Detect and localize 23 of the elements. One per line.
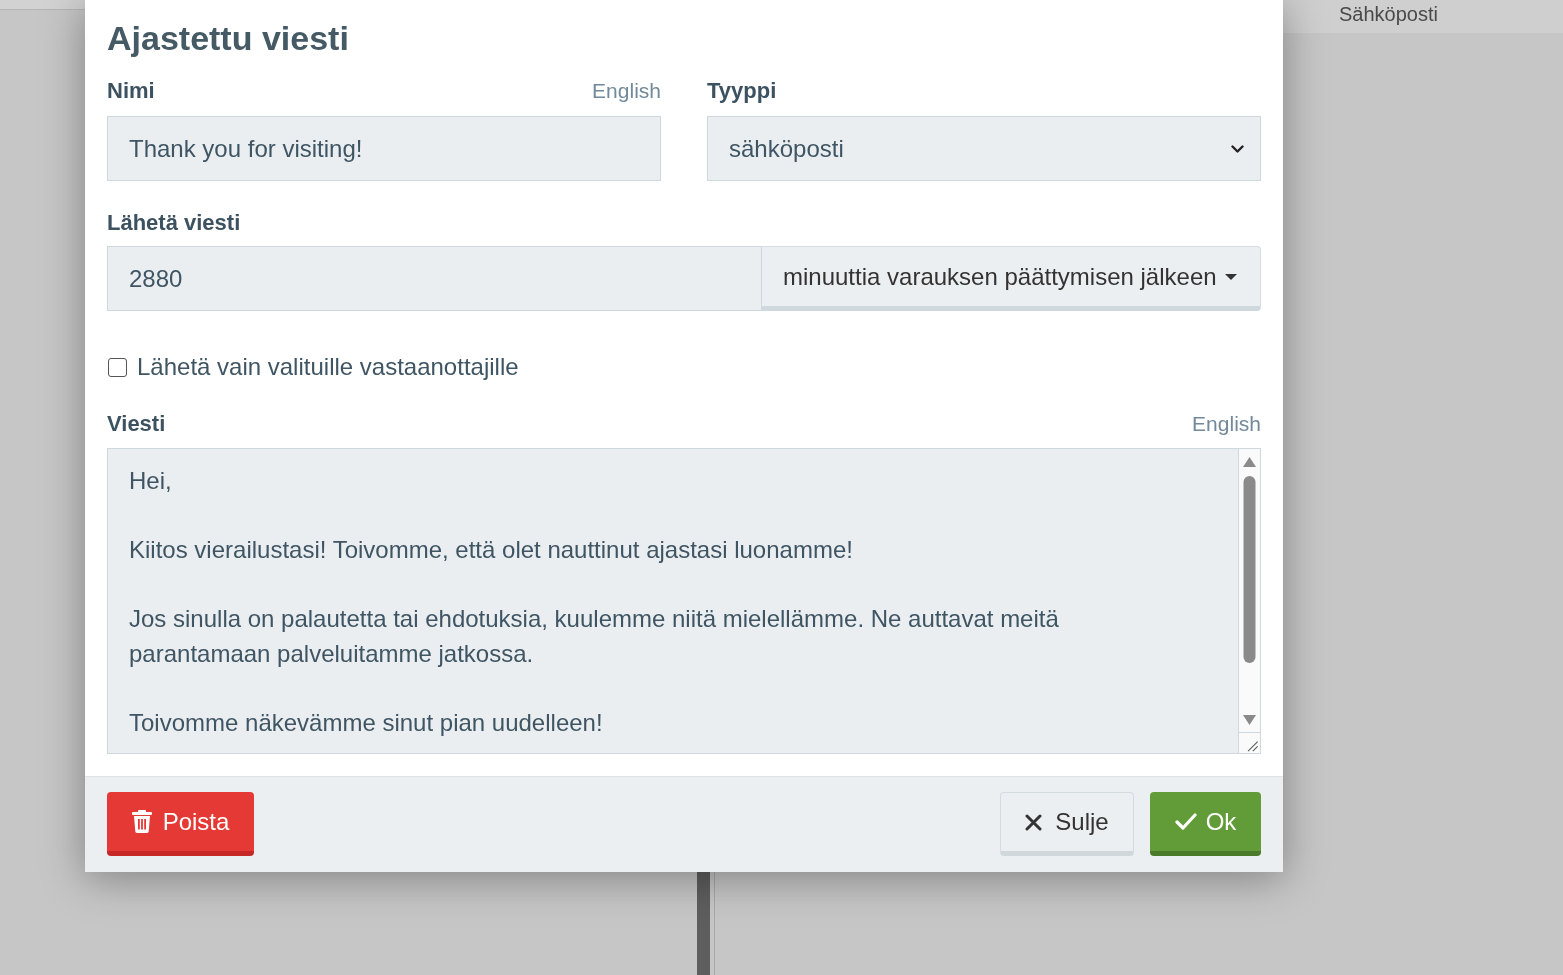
unit-dropdown[interactable]: minuuttia varauksen päättymisen jälkeen xyxy=(762,246,1261,311)
message-field[interactable]: Hei, Kiitos vierailustasi! Toivomme, että olet nauttinut ajastasi luonamme! Jos sinulla on palautetta tai ehdotuksia, kuulemme niitä mielellämme. Ne auttavat meitä parantamaan palveluitamme jatkossa. Toivomme näkevämme sinut pian uudelleen! xyxy=(107,448,1238,754)
resize-grip-icon[interactable] xyxy=(1239,732,1260,753)
checkbox[interactable] xyxy=(108,357,127,377)
send-offset-input[interactable]: 2880 xyxy=(107,246,762,311)
language-link[interactable]: English xyxy=(592,78,661,104)
name-input[interactable]: Thank you for visiting! xyxy=(107,116,661,181)
check-icon xyxy=(1174,813,1197,830)
checkbox-label[interactable]: Lähetä vain valituille vastaanottajille xyxy=(137,353,519,381)
close-button[interactable]: Sulje xyxy=(1000,792,1134,856)
trash-icon xyxy=(131,810,152,833)
field-label: Nimi xyxy=(107,78,155,104)
delete-button[interactable]: Poista xyxy=(107,792,254,856)
field-label: Tyyppi xyxy=(707,78,777,104)
column-heading: Sähköposti xyxy=(1339,3,1438,25)
type-select[interactable]: sähköposti xyxy=(707,116,1261,181)
field-label: Viesti xyxy=(107,411,166,437)
chevron-down-icon xyxy=(1231,144,1244,153)
field-label: Lähetä viesti xyxy=(107,210,241,236)
language-link[interactable]: English xyxy=(1192,411,1261,437)
dialog-title: Ajastettu viesti xyxy=(107,18,349,59)
caret-down-icon xyxy=(1224,273,1237,280)
close-icon xyxy=(1025,813,1043,831)
